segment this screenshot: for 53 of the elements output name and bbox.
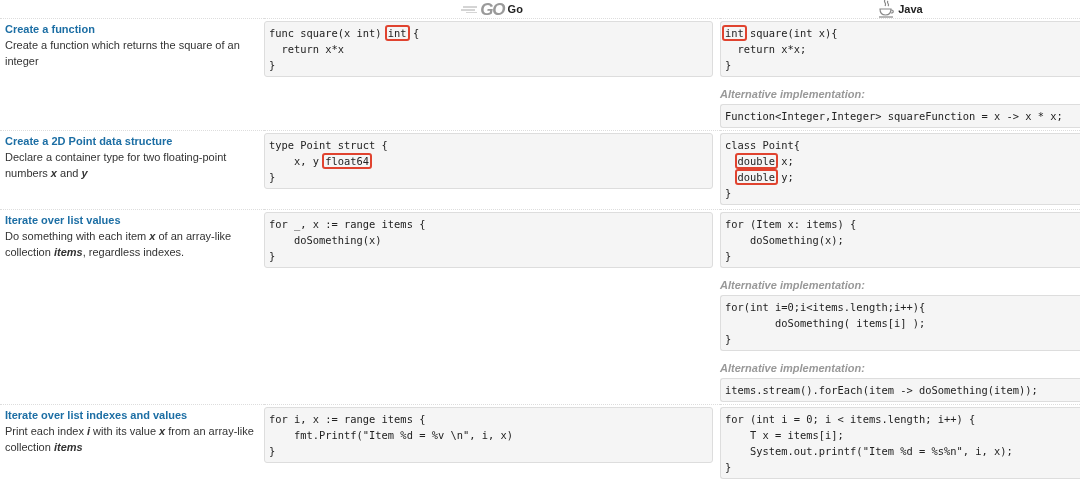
code-text: for (Item x: items) { xyxy=(725,218,857,230)
code-text: T x = items[i]; xyxy=(749,429,844,441)
code-text: for i, x := range items { xyxy=(269,413,426,425)
code-text: return x*x; xyxy=(736,43,807,55)
highlighted-code: double xyxy=(734,153,779,169)
code-text: type Point struct { xyxy=(269,139,388,151)
code-text: Function<Integer,Integer> squareFunction = x -> x * x; xyxy=(725,110,1063,122)
description: Declare a container type for two floating-point numbers x and y xyxy=(5,150,228,181)
alternative-label: Alternative implementation: xyxy=(720,362,866,375)
code-text: } xyxy=(725,59,732,71)
code-text: } xyxy=(725,461,732,473)
code-text: System.out.printf("Item %d = %s%n", i, x); xyxy=(749,445,1013,457)
speed-lines-icon xyxy=(461,5,478,13)
code-text: } xyxy=(725,333,732,345)
code-text: for _, x := range items { xyxy=(269,218,426,230)
code-text: func square(x int) xyxy=(269,27,383,39)
code-text: } xyxy=(269,59,276,71)
section-title: Iterate over list values xyxy=(5,213,122,228)
highlighted-code: float64 xyxy=(322,153,373,169)
column-header: Go xyxy=(507,3,523,15)
code-text: { xyxy=(411,27,420,39)
code-text: for (int i = 0; i < items.length; i++) { xyxy=(725,413,976,425)
code-text: } xyxy=(725,187,732,199)
alternative-label: Alternative implementation: xyxy=(720,88,866,101)
highlighted-code: double xyxy=(734,169,779,185)
code-text: return x*x xyxy=(280,43,345,55)
code-text: fmt.Printf("Item %d = %v \n", i, x) xyxy=(293,429,513,441)
description: Create a function which returns the square of an integer xyxy=(5,38,241,69)
alternative-label: Alternative implementation: xyxy=(720,279,866,292)
section-title: Create a function xyxy=(5,22,96,37)
code-text: } xyxy=(269,171,276,183)
code-text: } xyxy=(269,250,276,262)
code-text: square(int x){ xyxy=(749,27,838,39)
highlighted-code: int xyxy=(384,25,410,41)
section-title: Iterate over list indexes and values xyxy=(5,408,189,423)
code-text: doSomething(x) xyxy=(293,234,382,246)
code-text: } xyxy=(725,250,732,262)
code-text: } xyxy=(269,445,276,457)
code-text: class Point{ xyxy=(725,139,801,151)
code-text: doSomething( items[i] ); xyxy=(774,317,926,329)
code-text: doSomething(x); xyxy=(749,234,844,246)
highlighted-code: int xyxy=(722,25,747,41)
coffee-cup-icon xyxy=(877,0,896,19)
code-text: items.stream().forEach(item -> doSomething(item)); xyxy=(725,384,1038,396)
code-text: x; xyxy=(780,155,794,167)
code-text: for(int i=0;i<items.length;i++){ xyxy=(725,301,926,313)
code-text: x, y xyxy=(293,155,321,167)
section-title: Create a 2D Point data structure xyxy=(5,134,174,149)
code-text: y; xyxy=(780,171,794,183)
logo-text: GO xyxy=(480,0,505,18)
description: Print each index i with its value x from an array-like collection items xyxy=(5,424,255,455)
description: Do something with each item x of an array-like collection items, regardless indexes. xyxy=(5,229,233,260)
column-header: Java xyxy=(898,3,923,15)
